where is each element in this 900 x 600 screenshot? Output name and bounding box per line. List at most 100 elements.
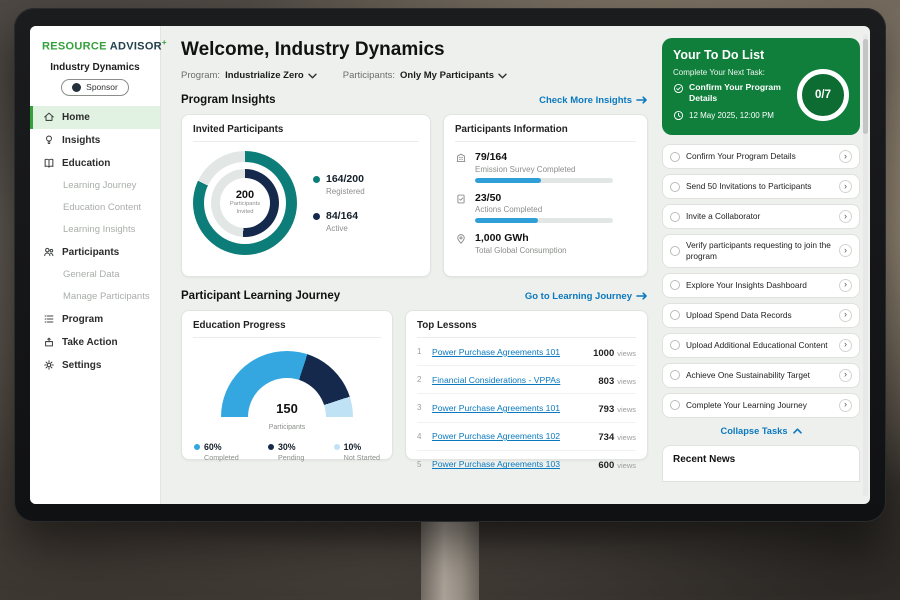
- sidebar-item-home[interactable]: Home: [30, 106, 160, 129]
- task-row[interactable]: Verify participants requesting to join t…: [662, 234, 860, 268]
- invited-participants-card: Invited Participants 200 Participants In…: [181, 114, 431, 277]
- collapse-label: Collapse Tasks: [720, 426, 787, 436]
- sponsor-badge[interactable]: Sponsor: [61, 79, 129, 96]
- donut-center-value: 200: [236, 189, 254, 201]
- task-row[interactable]: Upload Additional Educational Content ›: [662, 333, 860, 358]
- stat-row: 1,000 GWh Total Global Consumption: [455, 232, 636, 255]
- main-content: Welcome, Industry Dynamics Program: Indu…: [161, 26, 660, 504]
- lesson-views-unit: views: [617, 461, 636, 470]
- task-checkbox[interactable]: [670, 340, 680, 350]
- legend-item: 10% Not Started: [334, 442, 380, 462]
- sidebar-item-general-data[interactable]: General Data: [30, 264, 160, 286]
- sidebar-item-learning-insights[interactable]: Learning Insights: [30, 219, 160, 241]
- sidebar-item-label: Take Action: [62, 337, 118, 348]
- task-row[interactable]: Send 50 Invitations to Participants ›: [662, 174, 860, 199]
- legend-value: 30%: [278, 442, 304, 452]
- task-checkbox[interactable]: [670, 370, 680, 380]
- sidebar-item-education-content[interactable]: Education Content: [30, 197, 160, 219]
- task-label: Upload Additional Educational Content: [686, 340, 833, 351]
- chevron-right-icon[interactable]: ›: [839, 339, 852, 352]
- lesson-link[interactable]: Financial Considerations - VPPAs: [432, 375, 591, 385]
- chevron-right-icon[interactable]: ›: [839, 309, 852, 322]
- legend-label: Active: [326, 224, 358, 233]
- sidebar-item-manage-participants[interactable]: Manage Participants: [30, 286, 160, 308]
- sidebar-item-program[interactable]: Program: [30, 308, 160, 331]
- lesson-rank: 4: [417, 432, 425, 441]
- task-row[interactable]: Complete Your Learning Journey ›: [662, 393, 860, 418]
- bulb-icon: [43, 134, 55, 146]
- task-row[interactable]: Achieve One Sustainability Target ›: [662, 363, 860, 388]
- go-to-learning-journey-link[interactable]: Go to Learning Journey: [525, 291, 648, 302]
- chevron-right-icon[interactable]: ›: [839, 150, 852, 163]
- filter-bar: Program: Industrialize Zero Participants…: [181, 70, 648, 81]
- lesson-rank: 1: [417, 347, 425, 356]
- lesson-views: 803: [598, 376, 614, 387]
- chevron-right-icon[interactable]: ›: [839, 399, 852, 412]
- scrollbar-thumb[interactable]: [863, 39, 868, 134]
- sidebar-item-settings[interactable]: Settings: [30, 354, 160, 377]
- chevron-right-icon[interactable]: ›: [839, 244, 852, 257]
- collapse-tasks-link[interactable]: Collapse Tasks: [662, 426, 860, 436]
- todo-next-task[interactable]: Confirm Your Program Details: [673, 82, 795, 103]
- participants-filter[interactable]: Participants: Only My Participants: [343, 70, 507, 81]
- task-row[interactable]: Confirm Your Program Details ›: [662, 144, 860, 169]
- recent-news-title: Recent News: [673, 454, 735, 465]
- scrollbar[interactable]: [863, 34, 868, 496]
- task-checkbox[interactable]: [670, 310, 680, 320]
- task-row[interactable]: Explore Your Insights Dashboard ›: [662, 273, 860, 298]
- chevron-down-icon: [308, 73, 317, 79]
- task-checkbox[interactable]: [670, 246, 680, 256]
- stat-value: 23/50: [475, 192, 613, 204]
- action-box-icon: [43, 336, 55, 348]
- task-checkbox[interactable]: [670, 400, 680, 410]
- people-icon: [43, 246, 55, 258]
- logo-resource: RESOURCE: [42, 41, 107, 53]
- section-title: Participant Learning Journey: [181, 290, 340, 302]
- legend-dot-not-started: [334, 444, 340, 450]
- program-filter-value: Industrialize Zero: [225, 70, 304, 81]
- account-name: Industry Dynamics: [30, 62, 160, 73]
- monitor-stand: [421, 518, 479, 600]
- todo-progress-value: 0/7: [815, 89, 831, 101]
- stat-value: 79/164: [475, 151, 613, 163]
- stat-row: 79/164 Emission Survey Completed: [455, 151, 636, 183]
- sidebar-item-learning-journey[interactable]: Learning Journey: [30, 175, 160, 197]
- todo-next-time: 12 May 2025, 12:00 PM: [673, 109, 795, 121]
- sidebar-item-take-action[interactable]: Take Action: [30, 331, 160, 354]
- lesson-link[interactable]: Power Purchase Agreements 103: [432, 459, 591, 469]
- program-filter[interactable]: Program: Industrialize Zero: [181, 70, 317, 81]
- task-label: Verify participants requesting to join t…: [686, 240, 833, 262]
- task-checkbox[interactable]: [670, 280, 680, 290]
- todo-title: Your To Do List: [673, 48, 849, 62]
- checklist-icon: [455, 193, 467, 205]
- task-row[interactable]: Upload Spend Data Records ›: [662, 303, 860, 328]
- lesson-link[interactable]: Power Purchase Agreements 102: [432, 431, 591, 441]
- legend-item: 164/200 Registered: [313, 173, 365, 196]
- chevron-right-icon[interactable]: ›: [839, 210, 852, 223]
- card-title: Top Lessons: [417, 320, 636, 338]
- task-checkbox[interactable]: [670, 182, 680, 192]
- sidebar-item-participants[interactable]: Participants: [30, 241, 160, 264]
- task-row[interactable]: Invite a Collaborator ›: [662, 204, 860, 229]
- sidebar-item-insights[interactable]: Insights: [30, 129, 160, 152]
- chevron-right-icon[interactable]: ›: [839, 369, 852, 382]
- lesson-views: 734: [598, 432, 614, 443]
- task-checkbox[interactable]: [670, 152, 680, 162]
- lesson-link[interactable]: Power Purchase Agreements 101: [432, 403, 591, 413]
- sponsor-label: Sponsor: [86, 82, 118, 92]
- logo-advisor: ADVISOR: [110, 41, 162, 53]
- sidebar-item-label: Program: [62, 314, 103, 325]
- program-insights-header: Program Insights Check More Insights: [181, 94, 648, 106]
- chevron-right-icon[interactable]: ›: [839, 180, 852, 193]
- check-more-insights-link[interactable]: Check More Insights: [539, 95, 648, 106]
- link-label: Go to Learning Journey: [525, 291, 632, 302]
- task-checkbox[interactable]: [670, 212, 680, 222]
- link-label: Check More Insights: [539, 95, 632, 106]
- chevron-right-icon[interactable]: ›: [839, 279, 852, 292]
- lesson-views-unit: views: [617, 377, 636, 386]
- legend-label: Registered: [326, 187, 365, 196]
- task-label: Confirm Your Program Details: [686, 151, 833, 162]
- lesson-row: 4 Power Purchase Agreements 102 734views: [417, 423, 636, 451]
- lesson-link[interactable]: Power Purchase Agreements 101: [432, 347, 586, 357]
- sidebar-item-education[interactable]: Education: [30, 152, 160, 175]
